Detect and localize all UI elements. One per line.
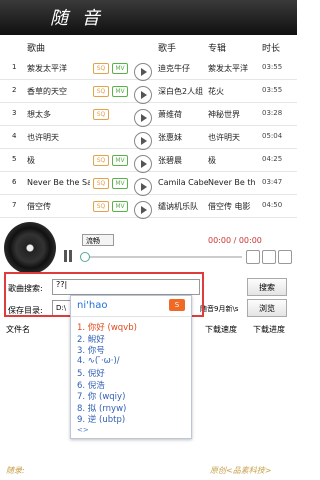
song-title[interactable]: Never Be the Sa: [27, 178, 90, 187]
column-filename: 文件名: [6, 325, 30, 334]
song-album[interactable]: 借空传 电影: [208, 201, 258, 212]
column-album[interactable]: 专辑: [208, 41, 226, 54]
song-duration: 03:55: [262, 63, 283, 71]
search-button[interactable]: 搜索: [247, 278, 287, 296]
song-artist[interactable]: 张惠妹: [158, 132, 208, 143]
sq-badge[interactable]: SQ: [93, 178, 109, 189]
song-album[interactable]: 神秘世界: [208, 109, 258, 120]
song-album[interactable]: 花火: [208, 86, 258, 97]
song-album[interactable]: 萦发太平洋: [208, 63, 258, 74]
song-duration: 04:25: [262, 155, 283, 163]
song-number: 6: [12, 178, 17, 186]
ime-logo-icon[interactable]: S: [169, 299, 185, 311]
mv-badge[interactable]: MV: [112, 155, 128, 166]
progress-knob[interactable]: [80, 252, 90, 262]
footer-left: 随录:: [6, 466, 25, 475]
browse-button[interactable]: 浏览: [247, 299, 287, 317]
column-duration[interactable]: 时长: [262, 41, 280, 54]
sq-badge[interactable]: SQ: [93, 63, 109, 74]
save-dir-tail: 随音9月新\s: [200, 305, 239, 313]
ime-candidate[interactable]: 9. 逆 (ubtp): [77, 413, 125, 425]
footer-right: 原创<品素科技>: [210, 466, 272, 475]
ime-divider: [71, 316, 191, 317]
song-duration: 03:47: [262, 178, 283, 186]
song-title[interactable]: 想太多: [27, 109, 90, 120]
sq-badge[interactable]: SQ: [93, 201, 109, 212]
song-duration: 03:55: [262, 86, 283, 94]
sq-badge[interactable]: SQ: [93, 86, 109, 97]
volume-icon[interactable]: [246, 250, 260, 264]
sq-badge[interactable]: SQ: [93, 155, 109, 166]
play-icon[interactable]: [134, 201, 152, 219]
ime-candidate[interactable]: 1. 你好 (wqvb): [77, 321, 137, 333]
ime-pinyin: ni'hao: [77, 300, 108, 311]
song-row[interactable]: 1 萦发太平洋 SQ MV 迪克牛仔 萦发太平洋 03:55: [0, 56, 297, 81]
song-duration: 05:04: [262, 132, 283, 140]
song-row[interactable]: 2 香草的天空 SQ MV 深白色2人组 花火 03:55: [0, 79, 297, 104]
column-song[interactable]: 歌曲: [27, 41, 45, 54]
song-row[interactable]: 3 想太多 SQ 萧维荷 神秘世界 03:28: [0, 102, 297, 127]
song-number: 2: [12, 86, 17, 94]
song-artist[interactable]: 张碧晨: [158, 155, 208, 166]
mv-badge[interactable]: MV: [112, 178, 128, 189]
song-artist[interactable]: Camila Cabe: [158, 178, 208, 187]
ime-candidate[interactable]: 2. 鲵好: [77, 333, 105, 345]
song-duration: 04:50: [262, 201, 283, 209]
ime-candidate[interactable]: 4. ∿( ̄·ω·)/: [77, 356, 120, 366]
progress-bar[interactable]: [82, 256, 242, 258]
song-row[interactable]: 7 借空传 SQ MV 缱讷机乐队 借空传 电影 04:50: [0, 194, 297, 219]
song-duration: 03:28: [262, 109, 283, 117]
song-title[interactable]: 香草的天空: [27, 86, 90, 97]
song-album[interactable]: Never Be th: [208, 178, 258, 187]
ime-candidate[interactable]: 3. 你号: [77, 344, 105, 356]
mv-badge[interactable]: MV: [112, 201, 128, 212]
ime-candidate-window: ni'hao S 1. 你好 (wqvb) 2. 鲵好 3. 你号 4. ∿( ̄·ω…: [70, 295, 192, 439]
mv-badge[interactable]: MV: [112, 86, 128, 97]
mv-badge[interactable]: MV: [112, 63, 128, 74]
column-progress: 下载进度: [253, 325, 285, 334]
song-artist[interactable]: 迪克牛仔: [158, 63, 208, 74]
song-number: 1: [12, 63, 17, 71]
song-title[interactable]: 借空传: [27, 201, 90, 212]
song-artist[interactable]: 缱讷机乐队: [158, 201, 208, 212]
song-number: 5: [12, 155, 17, 163]
song-row[interactable]: 4 也许明天 张惠妹 也许明天 05:04: [0, 125, 297, 150]
title-bar: [0, 0, 297, 35]
song-number: 3: [12, 109, 17, 117]
song-number: 4: [12, 132, 17, 140]
quality-select[interactable]: 流畅: [82, 234, 114, 246]
column-singer[interactable]: 歌手: [158, 41, 176, 54]
ime-candidate[interactable]: 8. 拟 (rnyw): [77, 402, 126, 414]
ime-candidate[interactable]: 5. 倪好: [77, 367, 105, 379]
song-number: 7: [12, 201, 17, 209]
settings-icon[interactable]: [278, 250, 292, 264]
song-row[interactable]: 6 Never Be the Sa SQ MV Camila Cabe Never Be …: [0, 171, 297, 196]
song-row[interactable]: 5 极 SQ MV 张碧晨极 04:25: [0, 148, 297, 173]
loop-icon[interactable]: [262, 250, 276, 264]
app-logo: 随 音: [50, 8, 104, 29]
ime-candidate[interactable]: 7. 你 (wqiy): [77, 390, 125, 402]
sq-badge[interactable]: SQ: [93, 109, 109, 120]
pause-icon[interactable]: [64, 250, 73, 262]
song-album[interactable]: 也许明天: [208, 132, 258, 143]
song-album[interactable]: 极: [208, 155, 258, 166]
song-title[interactable]: 极: [27, 155, 90, 166]
song-artist[interactable]: 深白色2人组: [158, 86, 208, 97]
ime-page-arrows-icon[interactable]: <>: [77, 426, 89, 434]
time-readout: 00:00 / 00:00: [208, 236, 262, 245]
ime-candidate[interactable]: 6. 倪浩: [77, 379, 105, 391]
song-artist[interactable]: 萧维荷: [158, 109, 208, 120]
song-title[interactable]: 也许明天: [27, 132, 90, 143]
song-title[interactable]: 萦发太平洋: [27, 63, 90, 74]
vinyl-disc-icon: [4, 222, 56, 274]
column-speed: 下载速度: [205, 325, 237, 334]
song-list-header: 歌曲 歌手 专辑 时长: [0, 35, 297, 55]
